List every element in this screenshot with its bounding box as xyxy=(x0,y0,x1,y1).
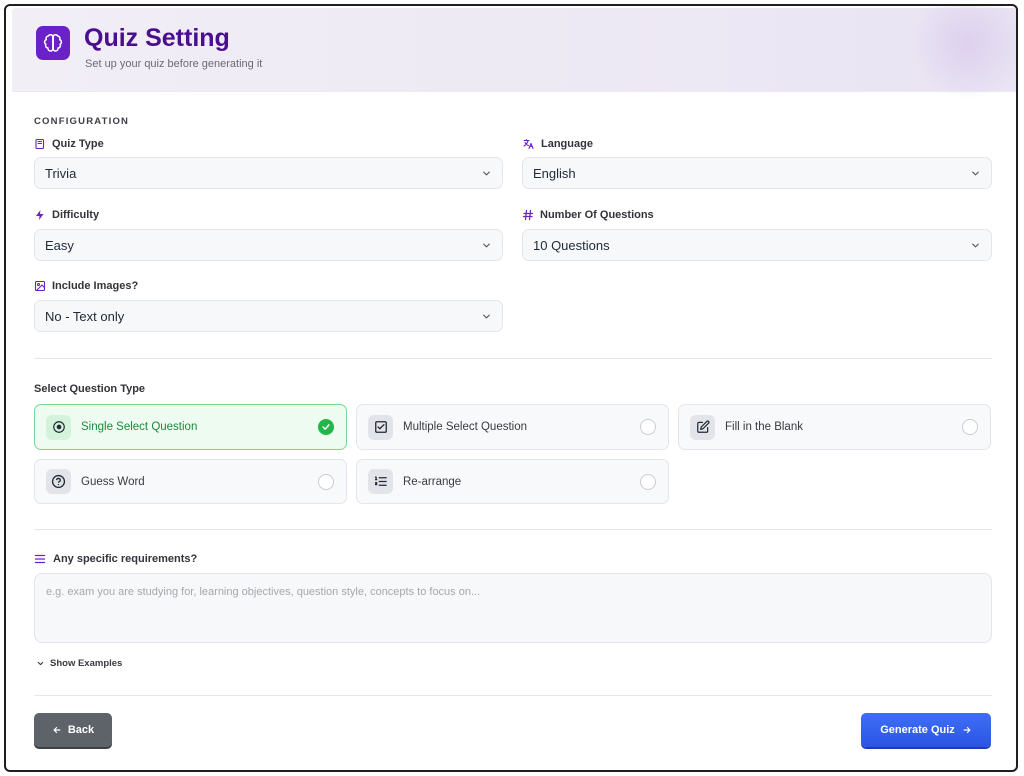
show-examples-label: Show Examples xyxy=(50,658,123,669)
question-type-single-select[interactable]: Single Select Question xyxy=(34,404,347,450)
page-subtitle: Set up your quiz before generating it xyxy=(85,58,263,70)
target-icon xyxy=(46,414,71,440)
number-of-questions-select[interactable]: 10 Questions xyxy=(522,229,992,261)
back-button-label: Back xyxy=(67,724,95,736)
requirements-textarea[interactable] xyxy=(34,573,992,643)
checkbox-icon xyxy=(368,414,393,440)
number-of-questions-value: 10 Questions xyxy=(533,237,610,253)
chevron-down-icon xyxy=(972,243,979,248)
image-icon xyxy=(34,280,46,292)
question-type-fill-in-the-blank[interactable]: Fill in the Blank xyxy=(678,404,991,450)
radio-button[interactable] xyxy=(640,474,656,490)
arrow-left-icon xyxy=(53,726,61,734)
quiz-type-select[interactable]: Trivia xyxy=(34,157,503,189)
section-divider xyxy=(34,529,992,530)
radio-button[interactable] xyxy=(640,419,656,435)
include-images-value: No - Text only xyxy=(45,308,125,324)
check-circle-icon xyxy=(318,419,334,435)
number-of-questions-label: Number Of Questions xyxy=(522,209,654,221)
question-type-guess-word[interactable]: Guess Word xyxy=(34,459,347,504)
translate-icon xyxy=(523,138,534,150)
list-ordered-icon xyxy=(368,469,393,494)
question-type-label: Guess Word xyxy=(81,475,145,488)
question-type-multiple-select[interactable]: Multiple Select Question xyxy=(356,404,669,450)
question-icon xyxy=(46,469,71,494)
brain-icon xyxy=(36,26,70,60)
generate-quiz-button[interactable]: Generate Quiz xyxy=(861,713,991,747)
edit-icon xyxy=(690,414,715,440)
language-label: Language xyxy=(522,138,593,150)
menu-lines-icon xyxy=(34,554,46,564)
app-window: Quiz Setting Set up your quiz before gen… xyxy=(4,4,1018,772)
section-divider xyxy=(34,358,992,359)
show-examples-toggle[interactable]: Show Examples xyxy=(36,658,122,669)
language-value: English xyxy=(533,165,576,181)
question-type-label: Fill in the Blank xyxy=(725,421,803,433)
page-header: Quiz Setting Set up your quiz before gen… xyxy=(12,6,1016,98)
radio-button[interactable] xyxy=(318,474,334,490)
question-type-label: Multiple Select Question xyxy=(403,421,528,433)
question-type-heading: Select Question Type xyxy=(34,383,146,395)
back-button[interactable]: Back xyxy=(34,713,112,747)
language-label-text: Language xyxy=(541,138,593,150)
language-select[interactable]: English xyxy=(522,157,992,189)
page-title: Quiz Setting xyxy=(84,24,230,52)
question-type-re-arrange[interactable]: Re-arrange xyxy=(356,459,669,504)
header-decoration xyxy=(908,6,1016,98)
footer-divider xyxy=(34,695,992,696)
include-images-label-text: Include Images? xyxy=(52,280,139,292)
requirements-label-text: Any specific requirements? xyxy=(53,553,198,565)
number-of-questions-label-text: Number Of Questions xyxy=(540,209,654,221)
quiz-type-label-text: Quiz Type xyxy=(52,138,104,150)
difficulty-label: Difficulty xyxy=(34,209,99,221)
difficulty-value: Easy xyxy=(45,237,74,253)
chevron-down-icon xyxy=(483,243,490,248)
quiz-type-label: Quiz Type xyxy=(34,138,104,150)
chevron-down-icon xyxy=(483,171,490,176)
arrow-right-icon xyxy=(963,726,971,734)
generate-quiz-button-label: Generate Quiz xyxy=(880,724,955,736)
lightning-icon xyxy=(36,210,44,220)
chevron-down-icon xyxy=(972,171,979,176)
include-images-label: Include Images? xyxy=(34,280,138,292)
book-icon xyxy=(35,138,45,150)
requirements-label: Any specific requirements? xyxy=(34,553,197,565)
chevron-down-icon xyxy=(37,661,44,666)
include-images-select[interactable]: No - Text only xyxy=(34,300,503,332)
hash-icon xyxy=(522,209,534,221)
chevron-down-icon xyxy=(483,314,490,319)
question-type-label: Re-arrange xyxy=(403,475,462,488)
radio-button[interactable] xyxy=(962,419,978,435)
difficulty-select[interactable]: Easy xyxy=(34,229,503,261)
configuration-section-label: CONFIGURATION xyxy=(34,116,130,127)
quiz-type-value: Trivia xyxy=(45,165,77,181)
question-type-label: Single Select Question xyxy=(81,421,198,433)
difficulty-label-text: Difficulty xyxy=(52,209,100,221)
